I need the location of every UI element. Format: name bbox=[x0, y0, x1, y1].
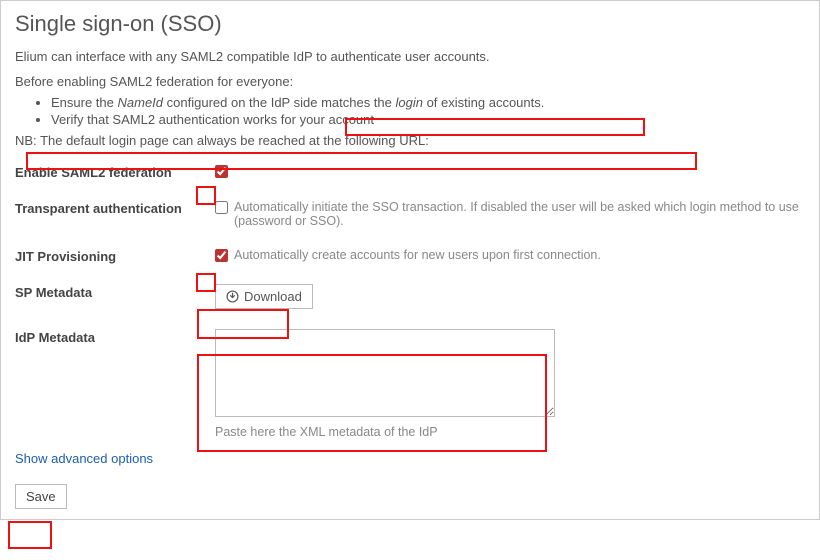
highlight-box bbox=[8, 521, 52, 549]
intro-text: Elium can interface with any SAML2 compa… bbox=[15, 49, 805, 64]
jit-provisioning-desc: Automatically create accounts for new us… bbox=[234, 248, 601, 262]
nameid-em: NameId bbox=[118, 95, 164, 110]
login-em: login bbox=[396, 95, 423, 110]
download-icon bbox=[226, 290, 239, 303]
transparent-auth-desc: Automatically initiate the SSO transacti… bbox=[234, 200, 805, 228]
save-button[interactable]: Save bbox=[15, 484, 67, 509]
page-title: Single sign-on (SSO) bbox=[15, 11, 805, 37]
idp-metadata-hint: Paste here the XML metadata of the IdP bbox=[215, 425, 438, 439]
label-transparent-auth: Transparent authentication bbox=[15, 200, 215, 216]
nb-prefix: NB: bbox=[15, 133, 40, 148]
row-transparent-auth: Transparent authentication Automatically… bbox=[15, 200, 805, 228]
nb-line: NB: The default login page can always be… bbox=[15, 133, 805, 148]
list-item: Verify that SAML2 authentication works f… bbox=[51, 112, 805, 127]
label-sp-metadata: SP Metadata bbox=[15, 284, 215, 300]
enable-saml-checkbox[interactable] bbox=[215, 165, 228, 178]
download-button-label: Download bbox=[244, 289, 302, 304]
text: configured on the IdP side matches the bbox=[163, 95, 395, 110]
text: Ensure the bbox=[51, 95, 118, 110]
jit-provisioning-checkbox[interactable] bbox=[215, 249, 228, 262]
row-sp-metadata: SP Metadata Download bbox=[15, 284, 805, 309]
download-button[interactable]: Download bbox=[215, 284, 313, 309]
label-enable-saml: Enable SAML2 federation bbox=[15, 164, 215, 180]
list-item: Ensure the NameId configured on the IdP … bbox=[51, 95, 805, 110]
label-jit-provisioning: JIT Provisioning bbox=[15, 248, 215, 264]
row-enable-saml: Enable SAML2 federation bbox=[15, 164, 805, 180]
idp-metadata-textarea[interactable] bbox=[215, 329, 555, 417]
label-idp-metadata: IdP Metadata bbox=[15, 329, 215, 345]
transparent-auth-checkbox[interactable] bbox=[215, 201, 228, 214]
before-text: Before enabling SAML2 federation for eve… bbox=[15, 74, 805, 89]
prerequisite-list: Ensure the NameId configured on the IdP … bbox=[51, 95, 805, 127]
row-idp-metadata: IdP Metadata Paste here the XML metadata… bbox=[15, 329, 805, 439]
text: of existing accounts. bbox=[423, 95, 544, 110]
show-advanced-link[interactable]: Show advanced options bbox=[15, 451, 153, 466]
row-jit-provisioning: JIT Provisioning Automatically create ac… bbox=[15, 248, 805, 264]
nb-text: The default login page can always be rea… bbox=[40, 133, 429, 148]
